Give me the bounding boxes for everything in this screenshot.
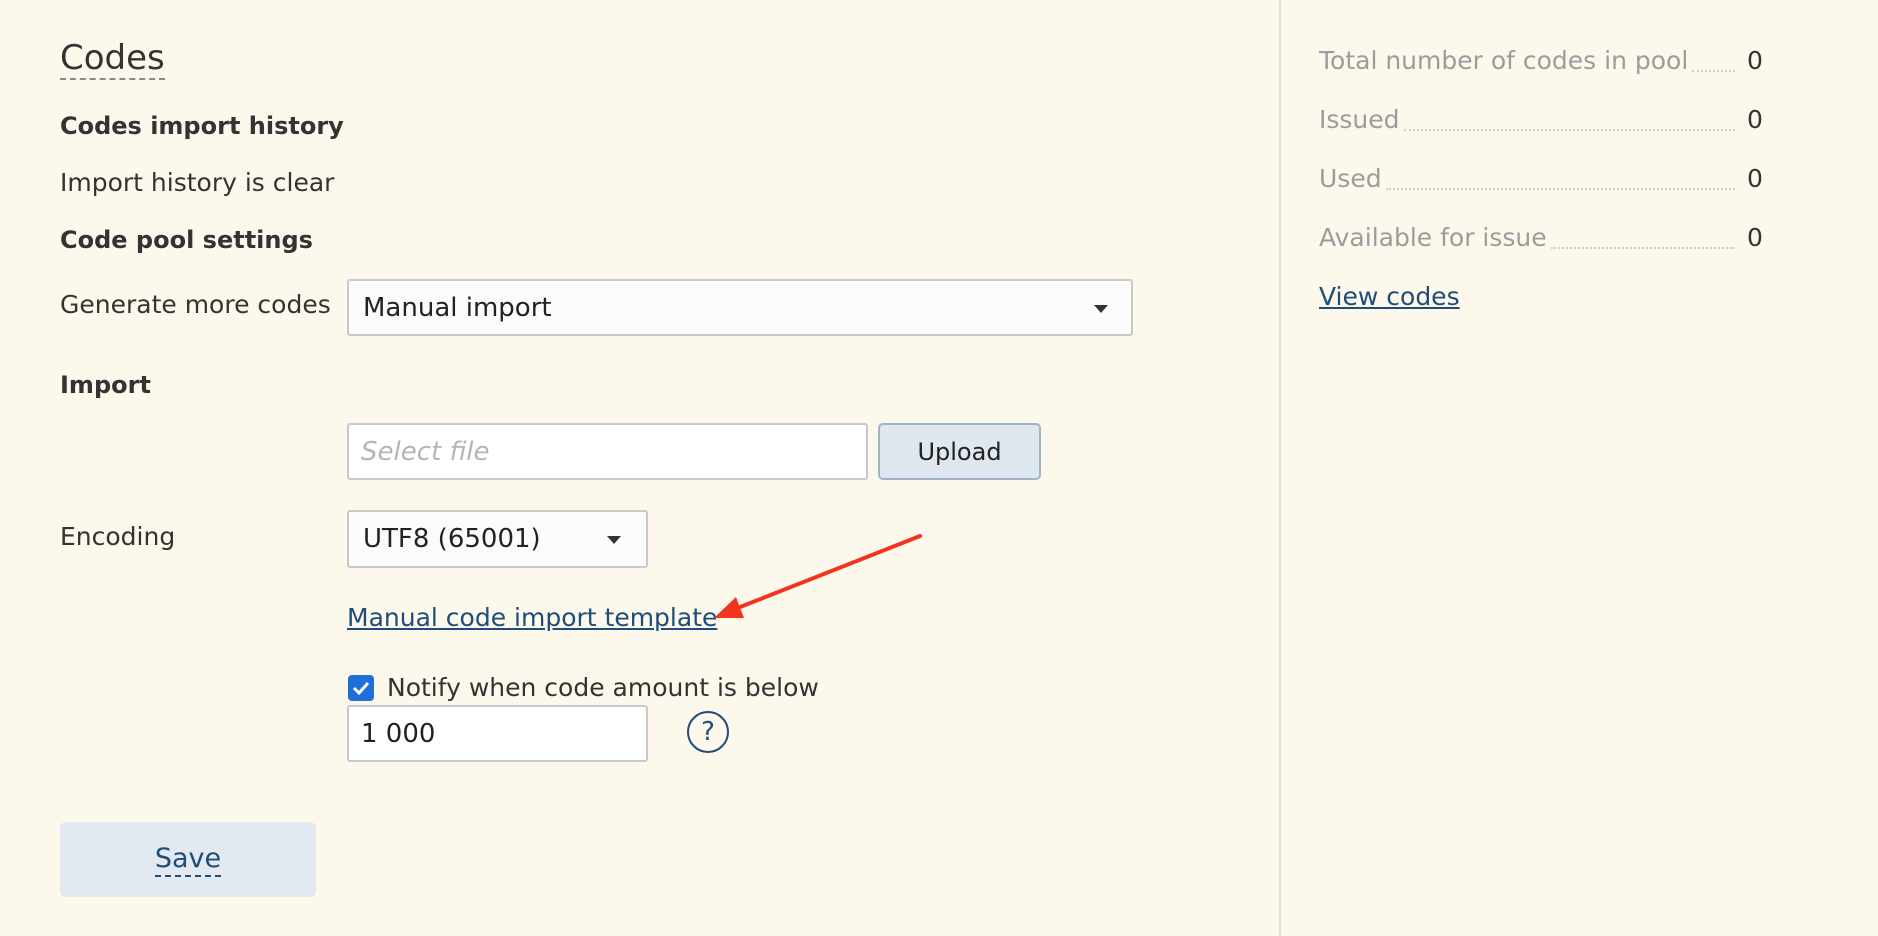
settings-heading: Code pool settings (60, 226, 313, 254)
file-input-placeholder: Select file (361, 436, 490, 467)
stat-row-available: Available for issue 0 (1319, 221, 1763, 253)
file-input[interactable]: Select file (347, 423, 868, 480)
notify-checkbox[interactable] (348, 675, 374, 701)
stat-leader (1550, 247, 1735, 249)
history-status: Import history is clear (60, 168, 335, 197)
import-heading: Import (60, 371, 151, 399)
main-panel: Codes Codes import history Import histor… (0, 0, 1278, 936)
encoding-select[interactable]: UTF8 (65001) (347, 510, 648, 568)
save-button-label: Save (154, 843, 222, 877)
stat-value: 0 (1747, 223, 1763, 252)
stat-leader (1385, 188, 1735, 190)
stat-label: Available for issue (1319, 223, 1547, 252)
notify-label: Notify when code amount is below (387, 673, 819, 702)
stat-row-issued: Issued 0 (1319, 103, 1763, 135)
stat-value: 0 (1747, 164, 1763, 193)
annotation-arrow-line (728, 534, 922, 613)
stat-label: Issued (1319, 105, 1400, 134)
generate-select[interactable]: Manual import (347, 279, 1133, 336)
checkmark-icon (352, 681, 370, 695)
stat-label: Used (1319, 164, 1382, 193)
annotation-arrow-icon (714, 534, 922, 618)
help-icon[interactable]: ? (687, 711, 729, 753)
save-button[interactable]: Save (60, 822, 316, 897)
generate-label: Generate more codes (60, 290, 331, 319)
page-title: Codes (60, 38, 165, 80)
notify-threshold-input[interactable]: 1 000 (347, 705, 648, 762)
annotation-arrow-head (714, 597, 744, 618)
chevron-down-icon (1094, 305, 1108, 313)
upload-button[interactable]: Upload (878, 423, 1041, 480)
stat-label: Total number of codes in pool (1319, 46, 1689, 75)
chevron-down-icon (607, 536, 621, 544)
stat-leader (1692, 70, 1735, 72)
view-codes-link[interactable]: View codes (1319, 282, 1460, 312)
encoding-select-value: UTF8 (65001) (363, 524, 541, 554)
stat-leader (1403, 129, 1735, 131)
import-template-link[interactable]: Manual code import template (347, 603, 717, 633)
stat-value: 0 (1747, 46, 1763, 75)
history-heading: Codes import history (60, 112, 344, 140)
encoding-label: Encoding (60, 522, 176, 551)
stats-panel: Total number of codes in pool 0 Issued 0… (1279, 0, 1878, 936)
generate-select-value: Manual import (363, 292, 552, 323)
stat-value: 0 (1747, 105, 1763, 134)
stat-row-total: Total number of codes in pool 0 (1319, 44, 1763, 76)
stat-row-used: Used 0 (1319, 162, 1763, 194)
